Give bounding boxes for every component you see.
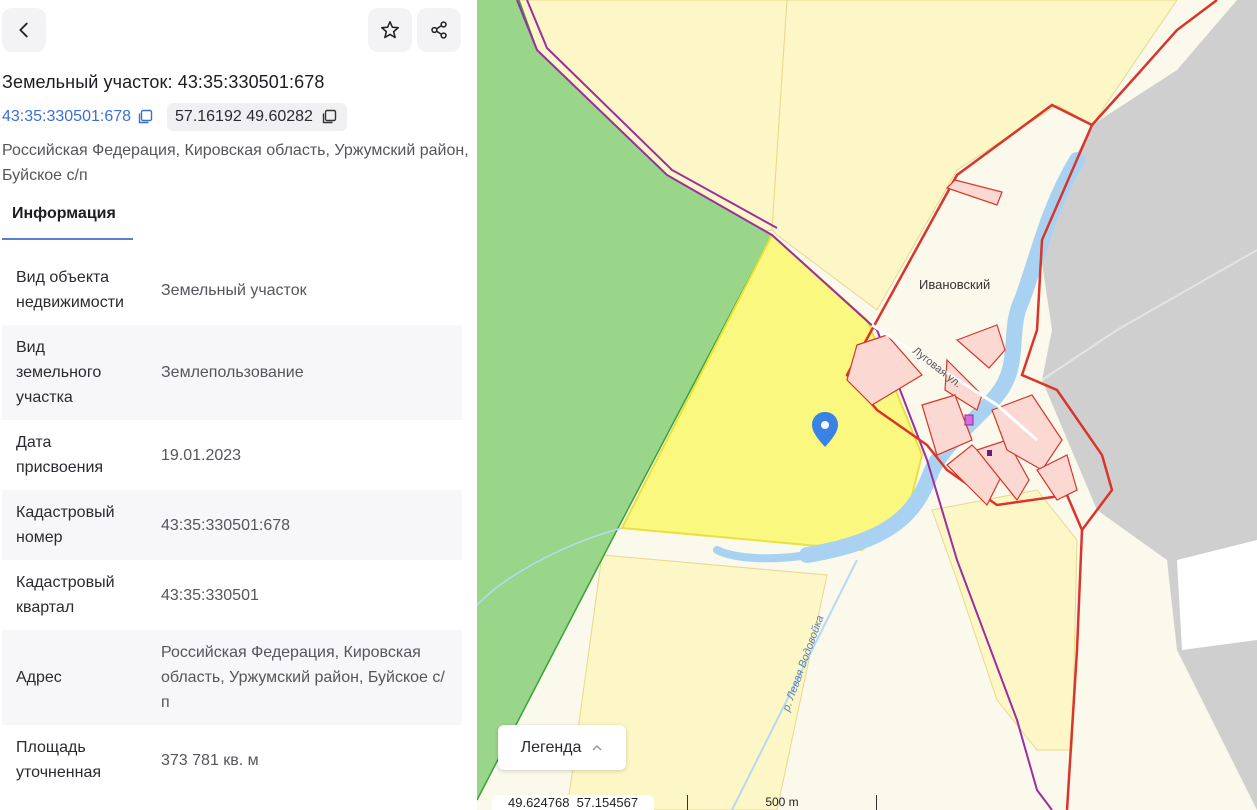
info-key: Вид земельного участка: [16, 339, 102, 406]
info-row: Дата присвоения 19.01.2023: [2, 420, 462, 490]
coordinates-chip[interactable]: 57.16192 49.60282: [167, 103, 347, 131]
copy-icon[interactable]: [137, 109, 153, 125]
info-key: Кадастровый квартал: [16, 574, 115, 616]
info-value: Землепользование: [161, 364, 304, 381]
info-row: Кадастровый квартал 43:35:330501: [2, 560, 462, 630]
cadastral-map[interactable]: Луговая ул. р. Левая Водовойка Ивановски…: [477, 0, 1257, 810]
info-row: Площадь уточненная 373 781 кв. м: [2, 725, 462, 795]
info-key: Вид объекта недвижимости: [16, 269, 124, 311]
details-panel: Земельный участок: 43:35:330501:678 43:3…: [0, 0, 477, 810]
cadastral-number-link[interactable]: 43:35:330501:678: [2, 108, 153, 126]
address-text: Российская Федерация, Кировская область,…: [2, 142, 469, 184]
page-title: Земельный участок: 43:35:330501:678: [2, 72, 325, 92]
info-table: Вид объекта недвижимости Земельный участ…: [2, 255, 462, 795]
info-value: Российская Федерация, Кировская область,…: [161, 644, 445, 711]
star-icon: [380, 20, 400, 39]
back-button[interactable]: [2, 8, 46, 52]
info-value: 43:35:330501:678: [161, 516, 291, 534]
info-value: Земельный участок: [161, 281, 307, 299]
scale-label: 500 m: [765, 795, 799, 809]
info-row: Адрес Российская Федерация, Кировская об…: [2, 630, 462, 725]
back-icon: [19, 22, 28, 38]
legend-label: Легенда: [520, 738, 582, 756]
share-button[interactable]: [417, 8, 461, 52]
info-value: 43:35:330501: [161, 586, 259, 604]
copy-icon[interactable]: [321, 109, 337, 125]
tab-information[interactable]: Информация: [2, 198, 133, 240]
chevron-up-icon: [592, 744, 602, 751]
info-value: 373 781 кв. м: [161, 751, 259, 769]
info-row: Вид объекта недвижимости Земельный участ…: [2, 255, 462, 325]
cadastral-number-text: 43:35:330501:678: [2, 108, 132, 125]
map-canvas[interactable]: Луговая ул. р. Левая Водовойка: [477, 0, 1257, 810]
info-key: Площадь уточненная: [16, 739, 101, 781]
scale-bar: 500 m: [687, 795, 877, 810]
info-row: Кадастровый номер 43:35:330501:678: [2, 490, 462, 560]
legend-button[interactable]: Легенда: [498, 725, 626, 770]
info-key: Кадастровый номер: [16, 504, 115, 546]
info-key: Адрес: [16, 669, 62, 686]
info-row: Вид земельного участка Землепользование: [2, 325, 462, 420]
cursor-coordinates-text: 49.624768 57.154567: [508, 795, 639, 810]
building: [987, 450, 992, 456]
info-value: 19.01.2023: [161, 446, 242, 464]
coordinates-text: 57.16192 49.60282: [175, 108, 313, 125]
cursor-coordinates: 49.624768 57.154567: [492, 795, 655, 810]
building: [964, 414, 974, 426]
share-icon: [431, 21, 447, 39]
info-key: Дата присвоения: [16, 434, 104, 476]
place-label: Ивановский: [919, 277, 991, 292]
favorite-button[interactable]: [368, 8, 412, 52]
identifier-chips: 43:35:330501:678 57.16192 49.60282: [2, 103, 347, 131]
